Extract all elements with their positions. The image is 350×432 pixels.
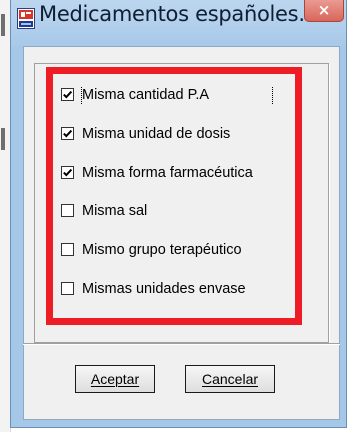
option-mismo-grupo[interactable]: Mismo grupo terapéutico (52, 241, 278, 260)
cancel-button-label: Cancelar (201, 371, 259, 387)
option-label: Mismo grupo terapéutico (82, 242, 242, 259)
title-bar[interactable]: Medicamentos españoles... × (11, 0, 346, 46)
dialog-content: Misma cantidad P.A Misma unidad de dosis… (23, 46, 340, 420)
option-label: Misma unidad de dosis (82, 125, 231, 142)
background-mark (1, 14, 5, 36)
checkbox[interactable] (61, 126, 74, 140)
cancel-button[interactable]: Cancelar (185, 365, 275, 393)
dialog-window: Medicamentos españoles... × Misma cantid… (10, 0, 347, 428)
checkbox[interactable] (61, 281, 74, 295)
option-misma-forma[interactable]: Misma forma farmacéutica (52, 164, 278, 183)
accept-button-label: Aceptar (90, 371, 140, 387)
option-label: Misma sal (82, 203, 148, 220)
window-title: Medicamentos españoles... (39, 2, 318, 26)
checkmark-icon (63, 168, 73, 177)
button-divider (23, 343, 340, 345)
app-icon (17, 8, 35, 29)
option-mismas-unidades[interactable]: Mismas unidades envase (52, 280, 278, 299)
option-label: Misma cantidad P.A (81, 86, 273, 105)
option-misma-unidad[interactable]: Misma unidad de dosis (52, 125, 278, 144)
checkbox[interactable] (61, 88, 74, 101)
option-label: Mismas unidades envase (82, 280, 246, 297)
options-list: Misma cantidad P.A Misma unidad de dosis… (52, 86, 278, 319)
option-misma-sal[interactable]: Misma sal (52, 202, 278, 221)
checkmark-icon (63, 90, 73, 99)
close-button[interactable]: × (304, 0, 344, 22)
option-label: Misma forma farmacéutica (82, 164, 253, 181)
option-misma-cantidad[interactable]: Misma cantidad P.A (52, 86, 278, 105)
checkbox[interactable] (61, 165, 74, 179)
accept-button[interactable]: Aceptar (75, 365, 155, 393)
checkbox[interactable] (61, 204, 74, 218)
checkbox[interactable] (61, 243, 74, 257)
checkmark-icon (63, 129, 73, 138)
background-mark (1, 128, 5, 150)
close-icon: × (317, 1, 331, 19)
